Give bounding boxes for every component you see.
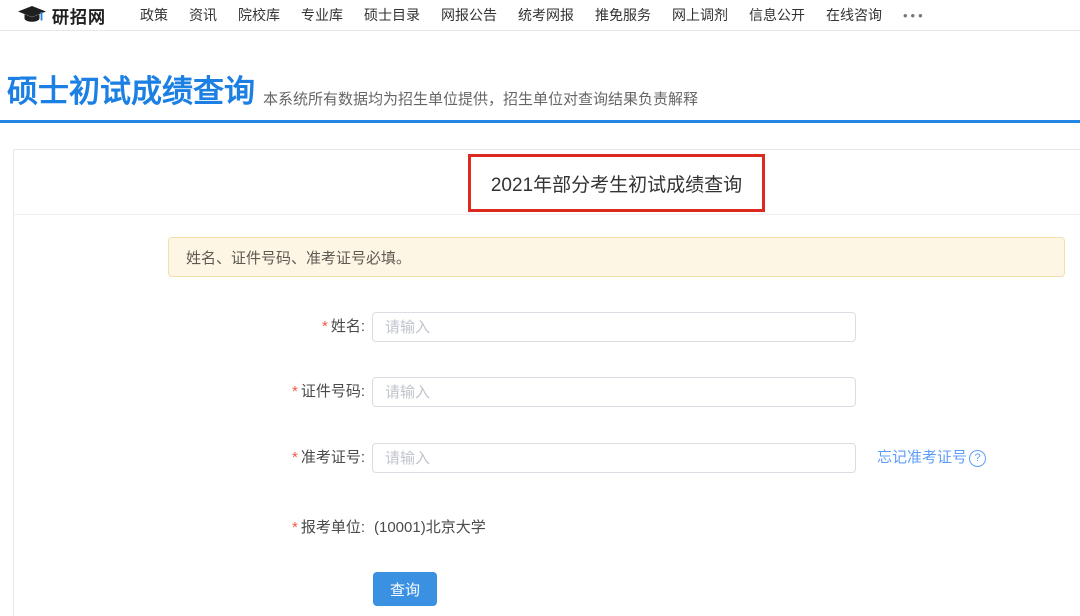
forgot-ticket-link-text: 忘记准考证号 [877,443,967,473]
question-glyph: ? [974,453,980,464]
nav-item-info-disclosure[interactable]: 信息公开 [749,5,805,25]
nav-item-major-library[interactable]: 专业库 [301,5,343,25]
required-asterisk: * [292,383,298,400]
nav-item-news[interactable]: 资讯 [189,5,217,25]
query-submit-button[interactable]: 查询 [373,572,437,606]
nav-item-policy[interactable]: 政策 [140,5,168,25]
ticket-number-label: *准考证号: [145,443,365,473]
nav-item-online-report-notice[interactable]: 网报公告 [441,5,497,25]
nav-item-master-catalog[interactable]: 硕士目录 [364,5,420,25]
required-notice: 姓名、证件号码、准考证号必填。 [168,237,1065,277]
nav-item-unified-exam-report[interactable]: 统考网报 [518,5,574,25]
main-nav: 政策 资讯 院校库 专业库 硕士目录 网报公告 统考网报 推免服务 网上调剂 信… [140,5,926,25]
question-circle-icon: ? [969,450,986,467]
ticket-number-input[interactable] [372,443,856,473]
site-logo[interactable]: 研招网 [18,3,106,28]
ticket-number-label-text: 准考证号: [301,449,365,466]
name-label: *姓名: [145,312,365,342]
nav-item-college-library[interactable]: 院校库 [238,5,280,25]
card-title: 2021年部分考生初试成绩查询 [491,170,742,197]
nav-item-online-adjustment[interactable]: 网上调剂 [672,5,728,25]
nav-item-exemption-service[interactable]: 推免服务 [595,5,651,25]
nav-more-button[interactable]: ••• [903,8,926,23]
graduation-cap-icon [18,6,46,25]
page-title: 硕士初试成绩查询 [7,66,255,111]
institution-label-text: 报考单位: [301,519,365,536]
required-asterisk: * [322,318,328,335]
forgot-ticket-link[interactable]: 忘记准考证号 ? [877,443,986,473]
required-asterisk: * [292,449,298,466]
header-divider [0,120,1080,123]
name-label-text: 姓名: [331,318,365,335]
name-input[interactable] [372,312,856,342]
nav-item-online-consult[interactable]: 在线咨询 [826,5,882,25]
id-number-input[interactable] [372,377,856,407]
red-highlight-box: 2021年部分考生初试成绩查询 [468,154,765,212]
page: 研招网 政策 资讯 院校库 专业库 硕士目录 网报公告 统考网报 推免服务 网上… [0,0,1080,616]
institution-value: (10001)北京大学 [374,513,486,543]
id-number-label-text: 证件号码: [301,383,365,400]
top-navbar: 研招网 政策 资讯 院校库 专业库 硕士目录 网报公告 统考网报 推免服务 网上… [0,0,1080,31]
id-number-label: *证件号码: [145,377,365,407]
logo-text: 研招网 [52,3,106,28]
required-asterisk: * [292,519,298,536]
institution-label: *报考单位: [145,513,365,543]
required-notice-text: 姓名、证件号码、准考证号必填。 [186,247,411,268]
page-subtitle: 本系统所有数据均为招生单位提供，招生单位对查询结果负责解释 [263,88,698,109]
